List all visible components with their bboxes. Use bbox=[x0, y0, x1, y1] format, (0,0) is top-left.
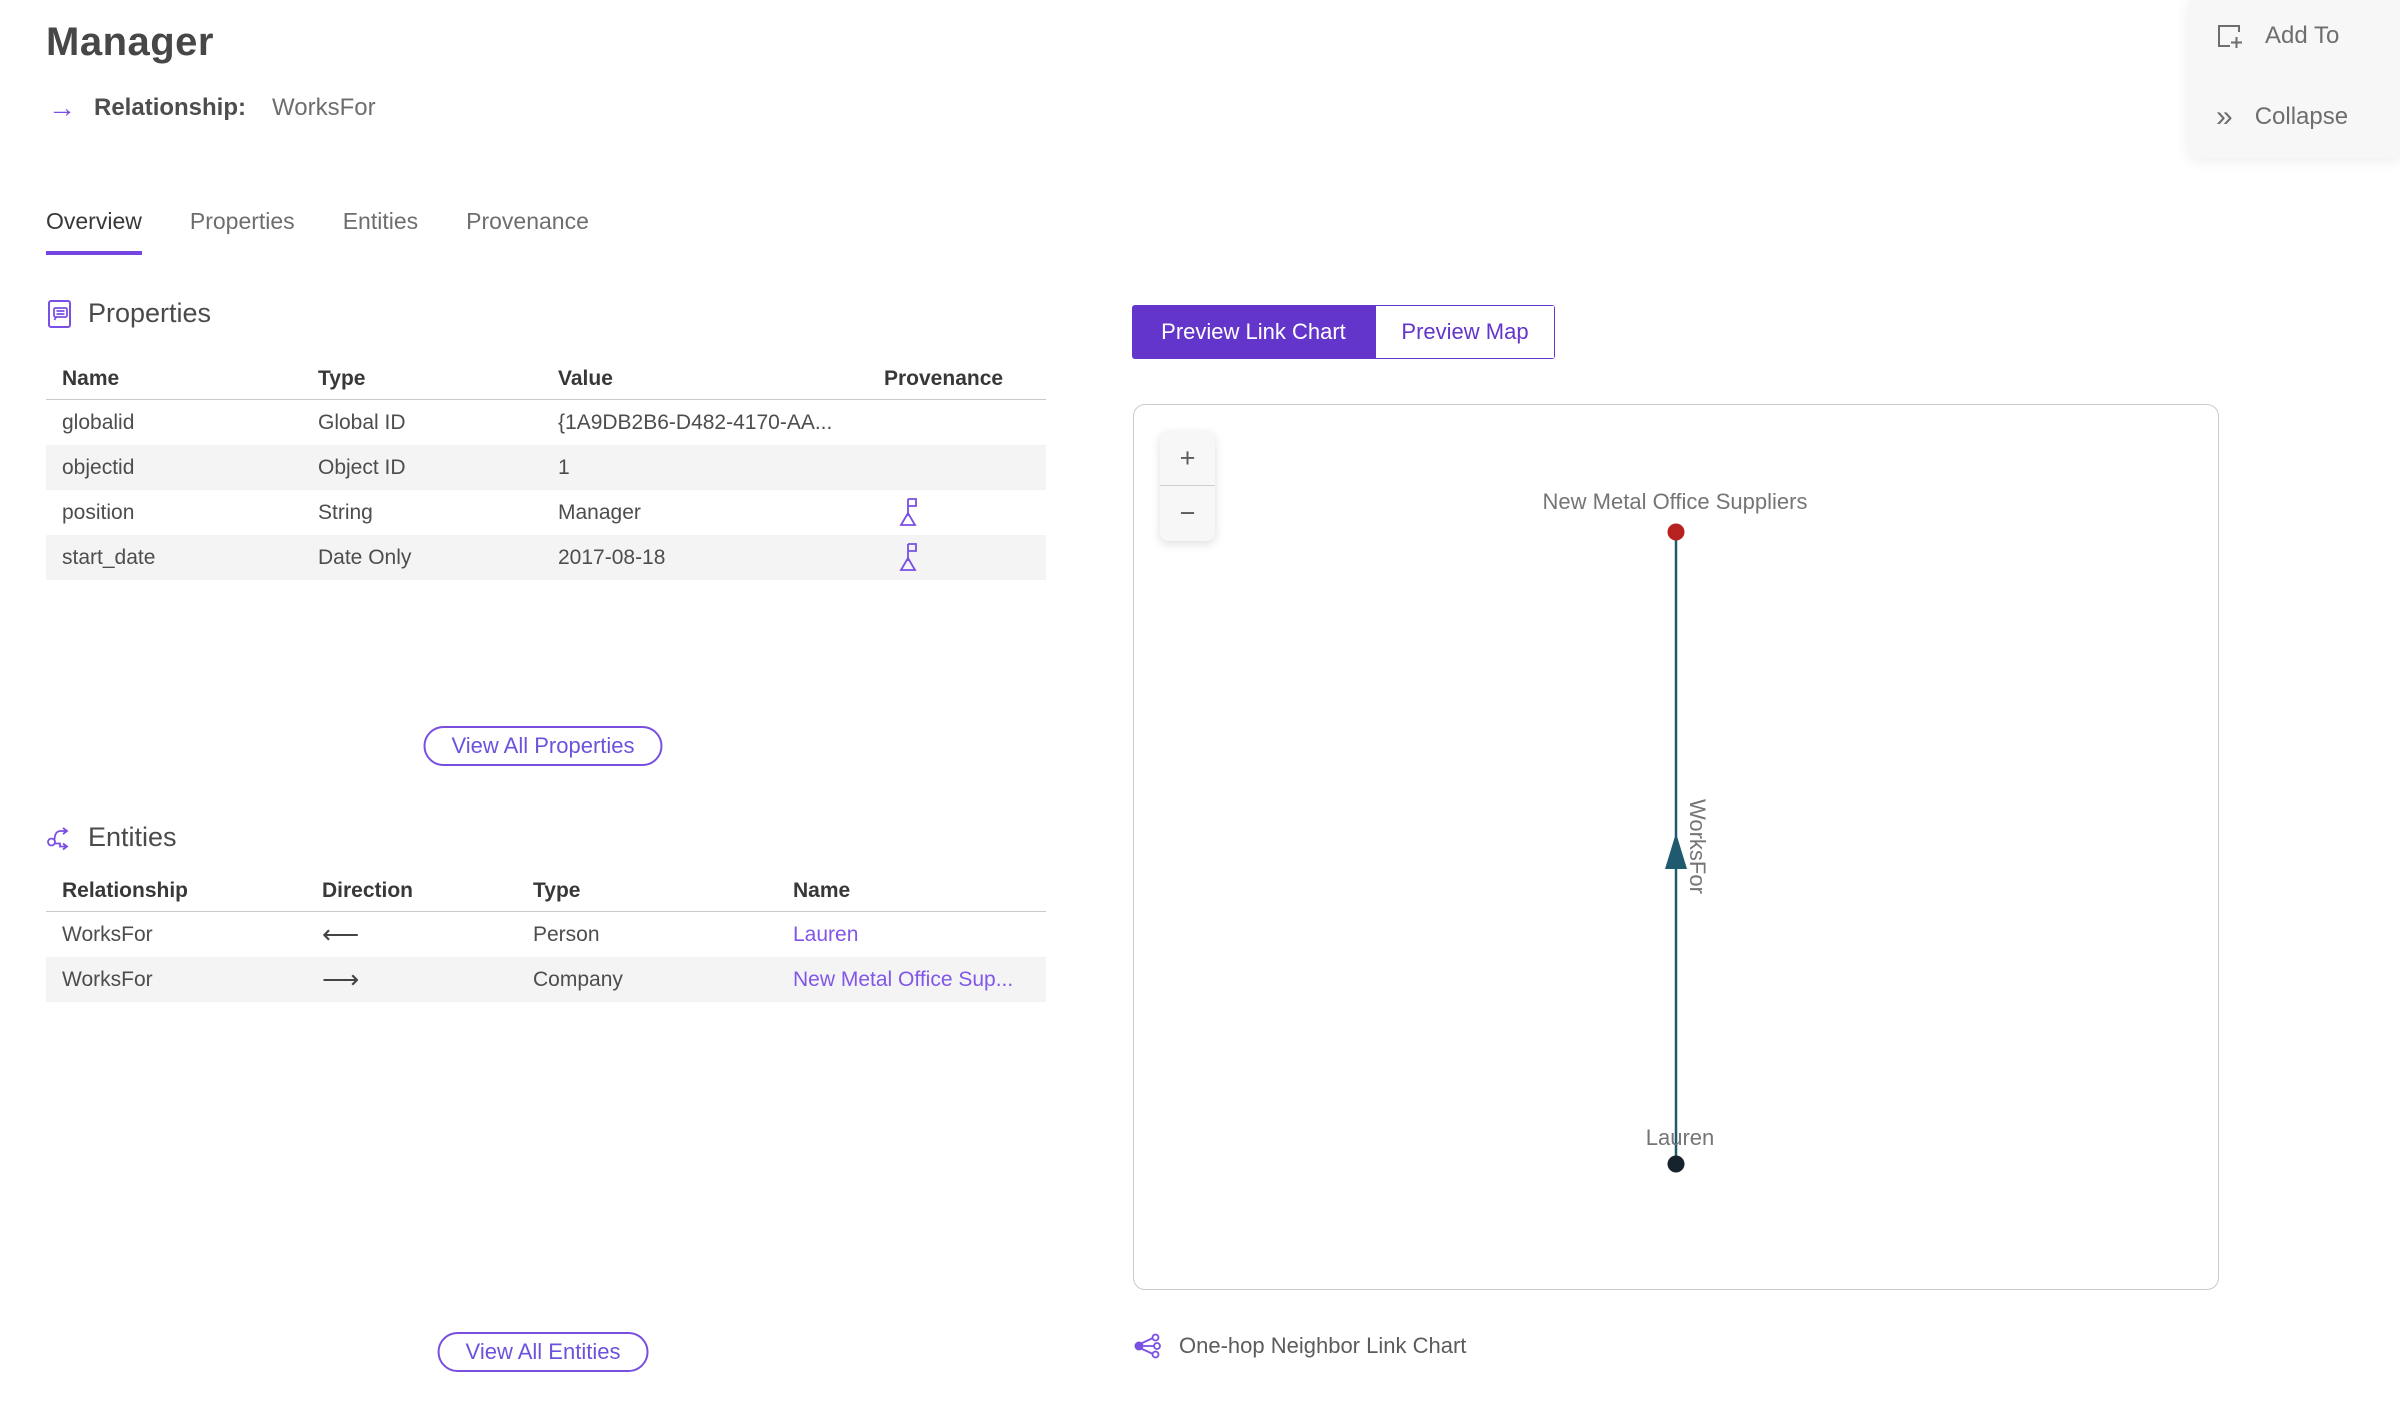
col-type: Type bbox=[318, 366, 366, 390]
properties-table: Name Type Value Provenance globalid Glob… bbox=[46, 358, 1046, 580]
property-type: Global ID bbox=[318, 410, 406, 434]
tab-provenance[interactable]: Provenance bbox=[466, 208, 589, 255]
relationship-subtitle: → Relationship: WorksFor bbox=[48, 94, 376, 122]
col-relationship: Relationship bbox=[62, 878, 189, 902]
link-chart-graph bbox=[1665, 523, 1687, 1173]
property-name: start_date bbox=[62, 545, 156, 569]
node-person[interactable] bbox=[1667, 1155, 1685, 1173]
property-value: 2017-08-18 bbox=[558, 545, 666, 569]
property-name: globalid bbox=[62, 410, 135, 434]
col-type: Type bbox=[533, 878, 581, 902]
add-to-label: Add To bbox=[2265, 22, 2340, 49]
entity-relationship: WorksFor bbox=[62, 922, 153, 946]
property-row-start-date: start_date Date Only 2017-08-18 bbox=[46, 535, 1046, 580]
property-type: Date Only bbox=[318, 545, 412, 569]
collapse-chevrons-icon: » bbox=[2216, 100, 2233, 133]
properties-section-header: Properties bbox=[46, 298, 211, 329]
preview-link-chart-button[interactable]: Preview Link Chart bbox=[1132, 305, 1375, 359]
property-value: 1 bbox=[558, 455, 570, 479]
link-chart-preview-panel[interactable]: + − New Metal Office Suppliers Lauren Wo… bbox=[1133, 404, 2219, 1290]
property-value: Manager bbox=[558, 500, 641, 524]
property-row-position: position String Manager bbox=[46, 490, 1046, 535]
entities-table: Relationship Direction Type Name WorksFo… bbox=[46, 870, 1046, 1002]
property-name: objectid bbox=[62, 455, 135, 479]
entities-section-header: Entities bbox=[46, 822, 177, 853]
chart-caption: One-hop Neighbor Link Chart bbox=[1133, 1333, 1466, 1359]
node-label-person: Lauren bbox=[1645, 1125, 1715, 1150]
col-provenance: Provenance bbox=[884, 366, 1004, 390]
add-to-icon bbox=[2218, 24, 2242, 48]
direction-left-arrow-icon: ⟵ bbox=[322, 919, 360, 949]
entity-row-lauren: WorksFor ⟵ Person Lauren bbox=[46, 912, 1046, 957]
floating-action-panel: Add To » Collapse bbox=[2188, 0, 2400, 158]
direction-right-arrow-icon: ⟶ bbox=[322, 964, 360, 994]
preview-toggle: Preview Link Chart Preview Map bbox=[1132, 305, 1555, 359]
node-label-company: New Metal Office Suppliers bbox=[1542, 489, 1808, 514]
entity-type: Person bbox=[533, 922, 600, 946]
entity-name-link[interactable]: New Metal Office Sup... bbox=[793, 968, 1013, 991]
property-row-objectid: objectid Object ID 1 bbox=[46, 445, 1046, 490]
provenance-flag-icon[interactable] bbox=[896, 542, 920, 573]
tab-entities[interactable]: Entities bbox=[343, 208, 418, 255]
collapse-button[interactable]: » Collapse bbox=[2216, 102, 2348, 132]
property-provenance bbox=[868, 497, 1046, 528]
entities-icon bbox=[47, 826, 69, 850]
view-all-properties-button[interactable]: View All Properties bbox=[423, 726, 663, 766]
provenance-flag-icon[interactable] bbox=[896, 497, 920, 528]
properties-section-title: Properties bbox=[88, 298, 212, 328]
property-row-globalid: globalid Global ID {1A9DB2B6-D482-4170-A… bbox=[46, 400, 1046, 445]
relationship-detail-page: Manager → Relationship: WorksFor Add To … bbox=[0, 0, 2400, 1401]
property-type: Object ID bbox=[318, 455, 406, 479]
entities-table-header: Relationship Direction Type Name bbox=[46, 870, 1046, 912]
tab-overview[interactable]: Overview bbox=[46, 208, 142, 255]
entity-type: Company bbox=[533, 967, 623, 991]
collapse-label: Collapse bbox=[2254, 103, 2349, 130]
properties-icon bbox=[48, 299, 71, 328]
relationship-label: Relationship: bbox=[94, 94, 247, 121]
edge-label-worksfor: WorksFor bbox=[1685, 799, 1710, 894]
preview-map-button[interactable]: Preview Map bbox=[1375, 305, 1555, 359]
property-name: position bbox=[62, 500, 135, 524]
view-all-entities-button[interactable]: View All Entities bbox=[437, 1332, 649, 1372]
entities-section-title: Entities bbox=[88, 822, 177, 852]
entity-name-link[interactable]: Lauren bbox=[793, 923, 858, 946]
entity-relationship: WorksFor bbox=[62, 967, 153, 991]
detail-tabs: Overview Properties Entities Provenance bbox=[46, 208, 589, 255]
col-value: Value bbox=[558, 366, 613, 390]
one-hop-link-chart-icon bbox=[1134, 1333, 1161, 1359]
tab-properties[interactable]: Properties bbox=[190, 208, 295, 255]
chart-caption-text: One-hop Neighbor Link Chart bbox=[1179, 1333, 1467, 1358]
property-value: {1A9DB2B6-D482-4170-AA... bbox=[558, 410, 833, 434]
col-name: Name bbox=[793, 878, 851, 902]
properties-table-header: Name Type Value Provenance bbox=[46, 358, 1046, 400]
node-company[interactable] bbox=[1667, 523, 1685, 541]
property-provenance bbox=[868, 542, 1046, 573]
add-to-button[interactable]: Add To bbox=[2216, 22, 2339, 50]
col-direction: Direction bbox=[322, 878, 414, 902]
col-name: Name bbox=[62, 366, 120, 390]
entity-row-company: WorksFor ⟶ Company New Metal Office Sup.… bbox=[46, 957, 1046, 1002]
page-title: Manager bbox=[46, 20, 214, 64]
relationship-arrow-icon: → bbox=[48, 92, 76, 123]
property-type: String bbox=[318, 500, 373, 524]
relationship-value: WorksFor bbox=[272, 94, 376, 121]
